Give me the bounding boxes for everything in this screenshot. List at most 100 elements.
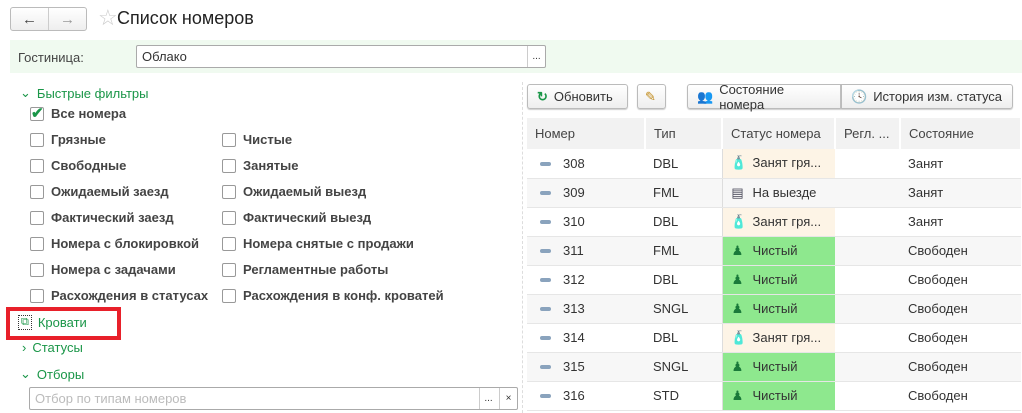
forward-button[interactable]: → (48, 8, 86, 30)
checkbox[interactable] (30, 184, 44, 199)
edit-button[interactable]: ✎ (637, 84, 666, 109)
room-number-cell: 308 (527, 149, 645, 179)
filter-checkbox[interactable]: Фактический выезд (222, 210, 371, 225)
room-number: 316 (563, 388, 585, 403)
room-state-button[interactable]: 👥 Состояние номера (687, 82, 841, 112)
filter-checkbox[interactable]: Чистые (222, 132, 292, 147)
table-row[interactable]: 308 DBL 🧴 Занят гря... Занят (527, 149, 1021, 179)
checkbox[interactable] (30, 158, 44, 173)
checkbox[interactable] (222, 262, 236, 277)
hotel-value: Облако (142, 49, 187, 64)
type-cell: SNGL (645, 352, 722, 382)
room-icon (540, 249, 551, 253)
room-icon (540, 307, 551, 311)
back-button[interactable]: ← (11, 8, 48, 30)
filter-checkbox[interactable]: Номера с задачами (30, 262, 176, 277)
hotel-field[interactable]: Облако ... (136, 45, 546, 68)
filter-checkbox[interactable]: Фактический заезд (30, 210, 174, 225)
statuses-group[interactable]: › Статусы (22, 340, 83, 355)
divider (522, 82, 523, 413)
filter-checkbox[interactable]: Расхождения в конф. кроватей (222, 288, 444, 303)
status-cell: ♟ Чистый (721, 381, 835, 411)
quick-filters-label: Быстрые фильтры (36, 85, 149, 101)
table-row[interactable]: 313 SNGL ♟ Чистый Свободен (527, 294, 1021, 324)
placeholder: Отбор по типам номеров (35, 391, 187, 406)
filter-checkbox[interactable]: Ожидаемый выезд (222, 184, 366, 199)
checkbox[interactable] (30, 210, 44, 225)
column-header[interactable]: Тип (645, 118, 723, 149)
filter-checkbox[interactable]: Номера с блокировкой (30, 236, 199, 251)
favorite-star-icon[interactable]: ☆ (98, 5, 118, 31)
checkbox[interactable] (222, 288, 236, 303)
filter-checkbox[interactable]: Регламентные работы (222, 262, 388, 277)
status-text: Занят гря... (752, 329, 822, 345)
room-icon (540, 278, 551, 282)
room-number: 313 (563, 301, 585, 316)
hotel-label: Гостиница: (18, 50, 84, 65)
refresh-button[interactable]: ↻ Обновить (527, 84, 628, 109)
status-cell: ♟ Чистый (721, 294, 835, 324)
status-cell: 🧴 Занят гря... (721, 323, 835, 353)
column-header[interactable]: Состояние (900, 118, 1022, 149)
clock-icon: 🕓 (851, 88, 868, 104)
hotel-select-button[interactable]: ... (527, 46, 545, 67)
checkbox-all-rooms[interactable]: Все номера (30, 104, 127, 122)
type-cell: DBL (645, 149, 722, 179)
table-row[interactable]: 315 SNGL ♟ Чистый Свободен (527, 352, 1021, 382)
room-number: 309 (563, 185, 585, 200)
checkbox[interactable] (30, 132, 44, 147)
checkbox-label: Номера снятые с продажи (243, 236, 414, 251)
filter-checkbox[interactable]: Грязные (30, 132, 106, 147)
table-row[interactable]: 309 FML ▤ На выезде Занят (527, 178, 1021, 208)
checkbox-label: Ожидаемый выезд (243, 184, 367, 199)
state-cell: Занят (900, 178, 1021, 208)
column-header[interactable]: Регл. ... (835, 118, 901, 149)
table-row[interactable]: 314 DBL 🧴 Занят гря... Свободен (527, 323, 1021, 353)
table-row[interactable]: 311 FML ♟ Чистый Свободен (527, 236, 1021, 266)
checkbox-label: Занятые (243, 158, 299, 173)
nav-buttons: ← → (10, 7, 87, 31)
checkbox-checked[interactable] (30, 104, 44, 122)
filter-checkbox[interactable]: Ожидаемый заезд (30, 184, 169, 199)
state-cell: Свободен (900, 236, 1021, 266)
filter-checkbox[interactable]: Свободные (30, 158, 126, 173)
checkbox[interactable] (30, 288, 44, 303)
checkbox-label: Регламентные работы (243, 262, 389, 277)
room-number: 312 (563, 272, 585, 287)
table-row[interactable]: 310 DBL 🧴 Занят гря... Занят (527, 207, 1021, 237)
checkbox[interactable] (222, 184, 236, 199)
filter-checkbox[interactable]: Расхождения в статусах (30, 288, 208, 303)
filter-checkbox[interactable]: Занятые (222, 158, 299, 173)
column-header[interactable]: Статус номера (722, 118, 836, 149)
filter-checkbox[interactable]: Номера снятые с продажи (222, 236, 414, 251)
status-history-button[interactable]: 🕓 История изм. статуса (841, 84, 1013, 109)
checkbox[interactable] (222, 210, 236, 225)
clear-button[interactable]: × (499, 388, 517, 409)
checkbox[interactable] (222, 236, 236, 251)
table-row[interactable]: 312 DBL ♟ Чистый Свободен (527, 265, 1021, 295)
table-row[interactable]: 316 STD ♟ Чистый Свободен (527, 381, 1021, 411)
room-type-filter-input[interactable]: Отбор по типам номеров ... × (29, 387, 518, 410)
checkbox[interactable] (30, 262, 44, 277)
cleaner-icon: ♟ (731, 358, 744, 374)
selections-group[interactable]: ⌄ Отборы (20, 366, 84, 382)
select-button[interactable]: ... (479, 388, 497, 409)
refresh-label: Обновить (553, 89, 613, 104)
room-icon (540, 161, 551, 166)
beds-group[interactable]: ⧉ Кровати (18, 315, 87, 330)
checkbox[interactable] (30, 236, 44, 251)
checkbox[interactable] (222, 158, 236, 173)
type-cell: DBL (645, 323, 722, 353)
spray-bottle-icon: 🧴 (730, 213, 747, 229)
refresh-icon: ↻ (537, 88, 548, 104)
column-header[interactable]: Номер (527, 118, 646, 149)
status-cell: ♟ Чистый (721, 236, 835, 266)
history-label: История изм. статуса (873, 89, 1003, 104)
status-text: Чистый (752, 387, 798, 403)
quick-filters-group[interactable]: ⌄ Быстрые фильтры (20, 85, 148, 101)
checkbox[interactable] (222, 132, 236, 147)
room-number: 311 (563, 243, 584, 258)
checkbox-label: Все номера (51, 106, 127, 121)
checkbox-label: Чистые (243, 132, 293, 147)
checkbox-label: Грязные (51, 132, 106, 147)
